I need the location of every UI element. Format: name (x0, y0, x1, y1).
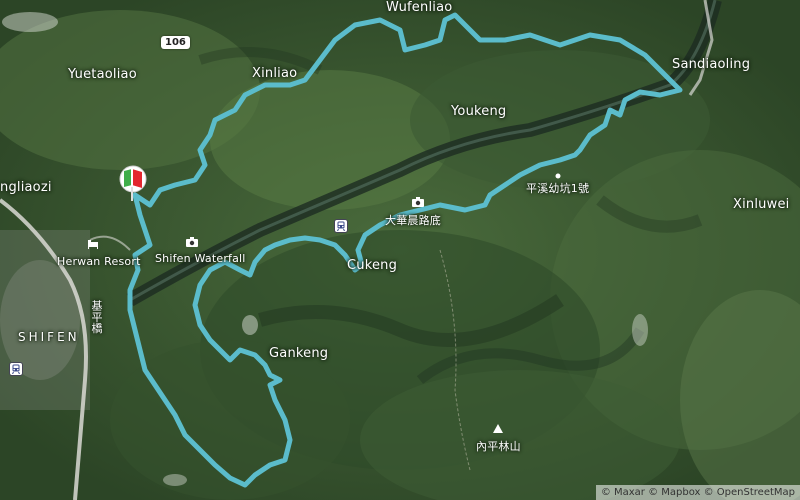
place-label-xinliao: Xinliao (252, 66, 298, 81)
lodging-icon[interactable] (87, 239, 99, 252)
place-label-neiping-mountain: 內平林山 (476, 440, 521, 453)
camera-icon[interactable] (186, 237, 198, 250)
place-label-herwan-resort: Herwan Resort (57, 255, 141, 268)
map-view[interactable]: Wufenliao Yuetaoliao Xinliao Sandiaoling… (0, 0, 800, 500)
road-label: 基平橋 (90, 300, 103, 334)
place-label-yuetaoliao: Yuetaoliao (68, 67, 137, 82)
place-label-shifen: SHIFEN (18, 330, 80, 344)
train-station-icon[interactable] (334, 219, 348, 233)
camera-icon[interactable] (412, 197, 424, 210)
place-label-cukeng: Cukeng (347, 258, 398, 273)
place-label-ngliaozi: ngliaozi (0, 180, 52, 195)
map-attribution[interactable]: © Maxar © Mapbox © OpenStreetMap (595, 485, 800, 500)
place-label-youkeng: Youkeng (451, 104, 507, 119)
place-label-dahua-trail: 大華晨路底 (385, 214, 441, 227)
place-label-xinluwei: Xinluwei (733, 197, 790, 212)
mountain-peak-icon[interactable] (493, 424, 503, 436)
start-finish-flag-marker[interactable] (119, 165, 151, 207)
place-label-shifen-waterfall: Shifen Waterfall (155, 252, 246, 265)
point-marker-icon[interactable] (555, 171, 561, 182)
place-label-wufenliao: Wufenliao (386, 0, 453, 15)
place-label-pingxi-mine: 平溪幼坑1號 (526, 182, 590, 195)
place-label-sandiaoling: Sandiaoling (672, 57, 751, 72)
train-station-icon[interactable] (9, 362, 23, 376)
road-shield-106: 106 (161, 36, 190, 49)
place-label-gankeng: Gankeng (269, 346, 329, 361)
